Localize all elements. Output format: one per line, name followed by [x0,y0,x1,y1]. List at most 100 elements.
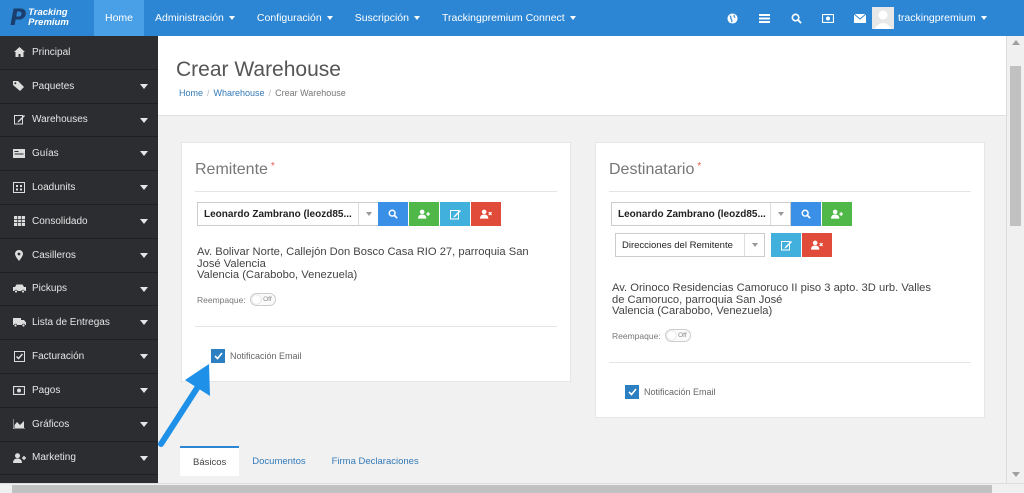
sidebar-item-graficos[interactable]: Gráficos [0,408,158,442]
remitente-panel: Remitente * Leonardo Zambrano (leozd85...… [181,142,571,382]
sidebar-item-label: Lista de Entregas [32,317,110,329]
top-icon-group [716,0,876,36]
sidebar-item-principal[interactable]: Principal [0,36,158,70]
sidebar-item-label: Facturación [32,351,85,363]
sidebar-item-consolidado[interactable]: Consolidado [0,205,158,239]
sidebar-item-label: Consolidado [32,215,88,227]
sidebar-item-marketing[interactable]: Marketing [0,442,158,476]
reempaque-toggle[interactable]: Off [249,293,276,306]
caret-down-icon [140,117,148,123]
remove-direccion-button[interactable] [802,233,832,257]
edit-direccion-button[interactable] [771,233,801,257]
chevron-down-icon [744,234,764,256]
sidebar-item-lista-entregas[interactable]: Lista de Entregas [0,306,158,341]
sidebar-item-label: Warehouses [32,114,88,126]
remitente-reempaque: Reempaque: Off [197,293,276,306]
search-destinatario-button[interactable] [791,202,821,226]
chevron-down-icon [358,203,378,225]
user-menu[interactable]: trackingpremium [872,0,987,36]
check-square-icon [12,351,26,363]
page-title: Crear Warehouse [176,58,341,81]
sidebar-item-casilleros[interactable]: Casilleros [0,239,158,273]
scroll-down-icon[interactable] [1012,472,1020,477]
tab-basicos[interactable]: Básicos [180,446,240,476]
required-mark: * [270,161,275,172]
add-remitente-button[interactable] [409,202,439,226]
sidebar-item-pagos[interactable]: Pagos [0,374,158,408]
destinatario-email-checkbox[interactable]: Notificación Email [625,385,716,399]
caret-down-icon [140,185,148,191]
vertical-scroll-thumb[interactable] [1010,66,1021,226]
money-icon[interactable] [812,0,844,36]
building-icon [12,182,26,194]
remitente-select[interactable]: Leonardo Zambrano (leozd85... [197,202,379,226]
form-tabs: Básicos Documentos Firma Declaraciones [180,446,432,476]
checkbox-checked-icon [625,385,639,399]
caret-down-icon [140,421,148,427]
nav-connect-label: Trackingpremium Connect [441,12,565,24]
search-icon [388,209,398,219]
direcciones-select[interactable]: Direcciones del Remitente [615,233,765,257]
nav-connect[interactable]: Trackingpremium Connect [431,0,587,36]
sidebar-item-warehouses[interactable]: Warehouses [0,104,158,138]
remitente-selected-value: Leonardo Zambrano (leozd85... [204,208,352,220]
globe-icon[interactable] [716,0,748,36]
sidebar-item-loadunits[interactable]: Loadunits [0,171,158,205]
tab-label: Documentos [252,455,306,467]
destinatario-selected-value: Leonardo Zambrano (leozd85... [618,208,766,220]
truck-icon [12,317,26,329]
home-icon [12,46,26,58]
divider [609,362,971,363]
caret-down-icon [140,455,148,461]
page-header: Crear Warehouse Home / Wharehouse / Crear Wa… [158,36,1006,116]
breadcrumb: Home / Wharehouse / Crear Warehouse [179,88,346,98]
horizontal-scroll-thumb[interactable] [12,485,992,493]
vertical-scrollbar[interactable] [1006,36,1024,483]
sidebar-item-label: Marketing [32,452,76,464]
horizontal-scrollbar[interactable] [0,483,1024,493]
required-mark: * [697,161,702,172]
reempaque-toggle[interactable]: Off [664,329,691,342]
avatar [872,7,894,29]
breadcrumb-wharehouse[interactable]: Wharehouse [214,88,265,98]
edit-remitente-button[interactable] [440,202,470,226]
nav-suscripcion-label: Suscripción [354,12,409,24]
tab-documentos[interactable]: Documentos [239,446,318,476]
nav-suscripcion[interactable]: Suscripción [344,0,431,36]
remitente-email-checkbox[interactable]: Notificación Email [211,349,302,363]
scroll-up-icon[interactable] [1012,40,1020,45]
caret-down-icon [140,387,148,393]
chevron-down-icon [770,203,790,225]
nav-configuracion[interactable]: Configuración [246,0,344,36]
breadcrumb-home[interactable]: Home [179,88,203,98]
user-plus-icon [418,209,430,219]
remitente-title-text: Remitente [195,161,268,178]
caret-down-icon [140,218,148,224]
nav-home-label: Home [105,12,134,24]
search-remitente-button[interactable] [378,202,408,226]
address-line: Valencia (Carabobo, Venezuela) [612,305,773,317]
remove-remitente-button[interactable] [471,202,501,226]
add-destinatario-button[interactable] [822,202,852,226]
nav-administracion[interactable]: Administración [144,0,246,36]
list-icon[interactable] [748,0,780,36]
tab-firma-declaraciones[interactable]: Firma Declaraciones [319,446,432,476]
edit-icon [449,209,461,219]
brand-logo[interactable]: P Tracking Premium [0,0,94,36]
breadcrumb-separator: / [207,88,210,98]
sidebar: Principal Paquetes Warehouses Guías Load… [0,36,158,483]
destinatario-reempaque: Reempaque: Off [612,329,691,342]
sidebar-item-guias[interactable]: Guías [0,137,158,172]
top-navbar: P Tracking Premium Home Administración C… [0,0,1024,36]
sidebar-item-paquetes[interactable]: Paquetes [0,70,158,104]
area-chart-icon [12,418,26,430]
search-icon[interactable] [780,0,812,36]
map-marker-icon [12,249,26,261]
divider [609,191,971,192]
sidebar-item-label: Guías [32,148,59,160]
nav-home[interactable]: Home [94,0,145,36]
sidebar-item-facturacion[interactable]: Facturación [0,340,158,374]
sidebar-item-pickups[interactable]: Pickups [0,273,158,307]
destinatario-title-text: Destinatario [609,161,695,178]
destinatario-select[interactable]: Leonardo Zambrano (leozd85... [611,202,791,226]
